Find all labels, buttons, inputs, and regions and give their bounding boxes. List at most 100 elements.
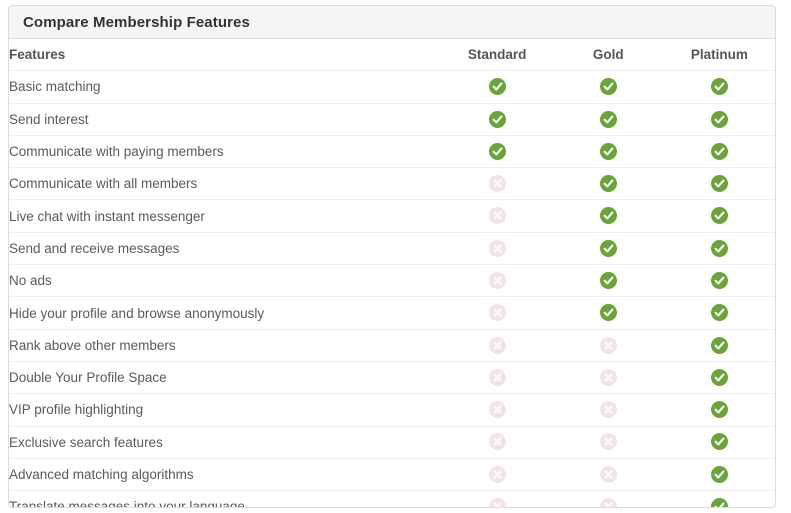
cell-standard-no <box>441 264 553 298</box>
check-circle-icon <box>710 110 728 128</box>
cell-gold-no <box>552 361 664 395</box>
cell-standard-no <box>441 167 553 201</box>
check-circle-icon <box>710 271 728 289</box>
cell-gold-no <box>552 458 664 492</box>
x-circle-icon <box>599 401 617 419</box>
check-circle-icon <box>710 78 728 96</box>
cell-gold-yes <box>552 167 664 201</box>
check-circle-icon <box>710 336 728 354</box>
table-header-row: Features Standard Gold Platinum <box>9 39 775 72</box>
x-circle-icon <box>599 498 617 507</box>
cell-gold-no <box>553 491 664 507</box>
cell-platinum-yes <box>663 103 775 136</box>
cell-standard-no <box>441 426 553 459</box>
x-circle-icon <box>488 368 506 386</box>
x-circle-icon <box>488 207 506 225</box>
feature-label: Send and receive messages <box>9 232 442 266</box>
column-header-features: Features <box>9 39 442 72</box>
table-row: VIP profile highlighting <box>9 393 775 427</box>
cell-platinum-yes <box>663 70 775 104</box>
check-circle-icon <box>488 142 506 160</box>
check-circle-icon <box>710 401 728 419</box>
cell-platinum-yes <box>663 199 775 233</box>
column-header-platinum: Platinum <box>663 39 775 72</box>
membership-comparison-table: Features Standard Gold Platinum Basic ma… <box>9 39 775 508</box>
check-circle-icon <box>599 78 617 96</box>
panel-heading: Compare Membership Features <box>9 6 775 39</box>
column-header-standard: Standard <box>441 39 553 72</box>
cell-standard-yes <box>441 103 553 136</box>
table-row: Communicate with paying members <box>9 135 775 169</box>
feature-label: VIP profile highlighting <box>9 393 442 427</box>
feature-label: Communicate with paying members <box>9 135 442 169</box>
check-circle-icon <box>599 142 617 160</box>
cell-standard-no <box>441 199 553 233</box>
check-circle-icon <box>488 78 506 96</box>
table-row: No ads <box>9 264 775 298</box>
x-circle-icon <box>488 271 506 289</box>
table-row: Send and receive messages <box>9 232 775 266</box>
cell-standard-no <box>442 491 553 507</box>
compare-membership-panel: Compare Membership Features Features Sta… <box>8 5 776 508</box>
cell-gold-yes <box>552 264 664 298</box>
check-circle-icon <box>710 175 728 193</box>
feature-label: Exclusive search features <box>9 426 442 459</box>
table-row: Send interest <box>9 103 775 136</box>
feature-label: Communicate with all members <box>9 167 442 201</box>
cell-standard-no <box>441 361 553 395</box>
table-row: Advanced matching algorithms <box>9 458 775 492</box>
check-circle-icon <box>599 207 617 225</box>
x-circle-icon <box>488 175 506 193</box>
x-circle-icon <box>488 239 506 257</box>
check-circle-icon <box>710 142 728 160</box>
x-circle-icon <box>599 368 617 386</box>
x-circle-icon <box>488 433 506 451</box>
cell-platinum-yes <box>663 232 775 266</box>
check-circle-icon <box>599 271 617 289</box>
x-circle-icon <box>599 465 617 483</box>
cell-platinum-yes <box>663 393 775 427</box>
feature-label: Basic matching <box>9 70 442 104</box>
cell-standard-no <box>441 458 553 492</box>
cell-gold-no <box>552 329 664 362</box>
feature-label: Hide your profile and browse anonymously <box>9 296 442 330</box>
check-circle-icon <box>710 239 728 257</box>
feature-label: Advanced matching algorithms <box>9 458 442 492</box>
check-circle-icon <box>710 465 728 483</box>
cell-gold-yes <box>552 103 664 136</box>
cell-standard-no <box>441 296 553 330</box>
x-circle-icon <box>488 336 506 354</box>
cell-gold-no <box>552 426 664 459</box>
table-body: Basic matching Send interest Communicate w… <box>9 70 775 508</box>
cell-platinum-yes <box>663 361 775 395</box>
table-row: Rank above other members <box>9 329 775 362</box>
table-row: Translate messages into your language <box>9 491 775 508</box>
table-row: Exclusive search features <box>9 426 775 459</box>
cell-standard-no <box>441 393 553 427</box>
feature-label: Send interest <box>9 103 442 136</box>
cell-standard-yes <box>441 135 553 169</box>
cell-gold-yes <box>552 135 664 169</box>
check-circle-icon <box>599 304 617 322</box>
feature-label: No ads <box>9 264 442 298</box>
table-row: Live chat with instant messenger <box>9 199 775 233</box>
cell-gold-yes <box>552 199 664 233</box>
cell-standard-yes <box>441 70 553 104</box>
feature-label: Live chat with instant messenger <box>9 199 442 233</box>
feature-label: Rank above other members <box>9 329 442 362</box>
table-row: Communicate with all members <box>9 167 775 201</box>
check-circle-icon <box>710 368 728 386</box>
x-circle-icon <box>599 433 617 451</box>
cell-platinum-yes <box>663 264 775 298</box>
table-row: Double Your Profile Space <box>9 361 775 395</box>
check-circle-icon <box>710 433 728 451</box>
feature-label: Translate messages into your language <box>9 499 245 508</box>
cell-gold-yes <box>552 296 664 330</box>
cell-gold-yes <box>552 232 664 266</box>
x-circle-icon <box>488 498 506 507</box>
cell-platinum-yes <box>663 135 775 169</box>
cell-platinum-yes <box>663 296 775 330</box>
cell-platinum-yes <box>663 167 775 201</box>
x-circle-icon <box>599 336 617 354</box>
check-circle-icon <box>710 207 728 225</box>
